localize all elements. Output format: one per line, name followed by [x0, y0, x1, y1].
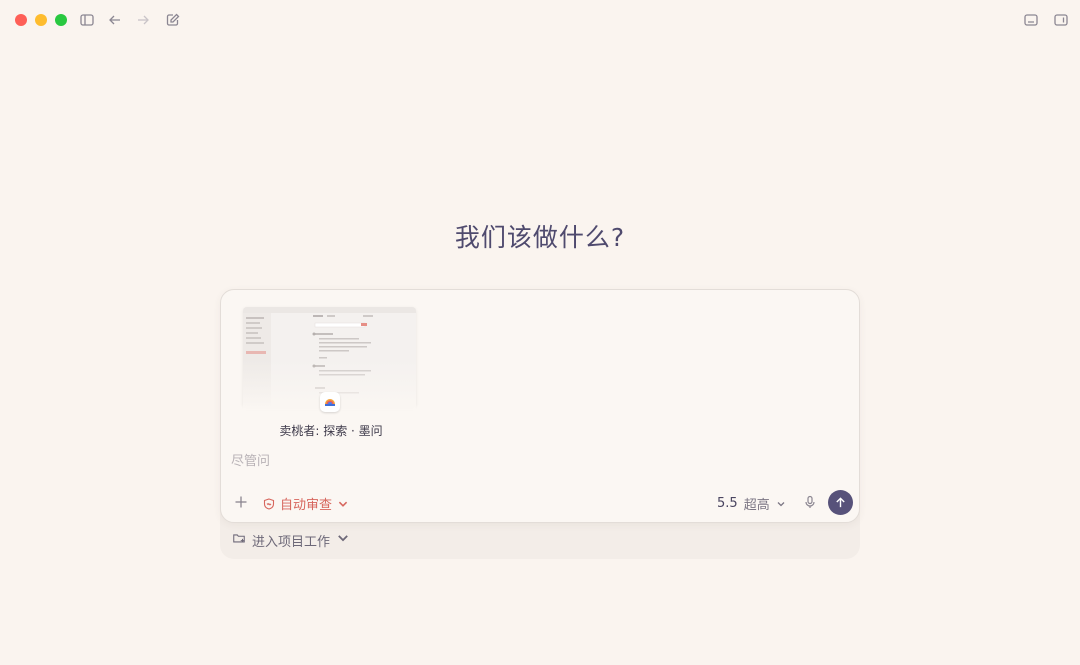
project-selector[interactable]: 进入项目工作 — [232, 531, 350, 550]
close-window-button[interactable] — [15, 14, 27, 26]
project-label: 进入项目工作 — [252, 534, 331, 550]
model-selector[interactable]: 5.5 超高 — [717, 494, 786, 513]
app-window: 我们该做什么? 进入项目工作 卖桃者: 探索 · 墨问 尽管问 自动审查 5.5… — [0, 0, 1080, 665]
microphone-icon[interactable] — [803, 495, 817, 509]
auto-review-selector[interactable]: 自动审查 — [263, 494, 349, 513]
zoom-window-button[interactable] — [55, 14, 67, 26]
bottom-panel-icon[interactable] — [1023, 12, 1039, 28]
folder-icon — [232, 531, 246, 549]
chevron-down-icon — [337, 498, 349, 510]
back-arrow-icon[interactable] — [107, 12, 123, 28]
review-label: 自动审查 — [280, 498, 333, 513]
right-panel-icon[interactable] — [1053, 12, 1069, 28]
attachment-label: 卖桃者: 探索 · 墨问 — [279, 424, 383, 438]
app-icon — [320, 392, 340, 412]
message-input[interactable]: 尽管问 — [231, 450, 270, 469]
add-attachment-button[interactable] — [233, 494, 249, 510]
composer-card: 卖桃者: 探索 · 墨问 尽管问 自动审查 5.5 超高 — [220, 289, 860, 523]
page-title: 我们该做什么? — [454, 223, 626, 252]
forward-arrow-icon[interactable] — [135, 12, 151, 28]
compose-icon[interactable] — [165, 12, 181, 28]
send-button[interactable] — [828, 490, 853, 515]
model-version: 5.5 — [717, 496, 738, 511]
review-shield-icon — [263, 497, 275, 510]
sidebar-toggle-icon[interactable] — [79, 12, 95, 28]
chevron-down-icon — [336, 531, 350, 549]
model-level: 超高 — [743, 498, 770, 513]
arrow-up-icon — [836, 497, 845, 508]
window-controls — [15, 14, 67, 26]
chevron-down-icon — [776, 499, 786, 509]
minimize-window-button[interactable] — [35, 14, 47, 26]
